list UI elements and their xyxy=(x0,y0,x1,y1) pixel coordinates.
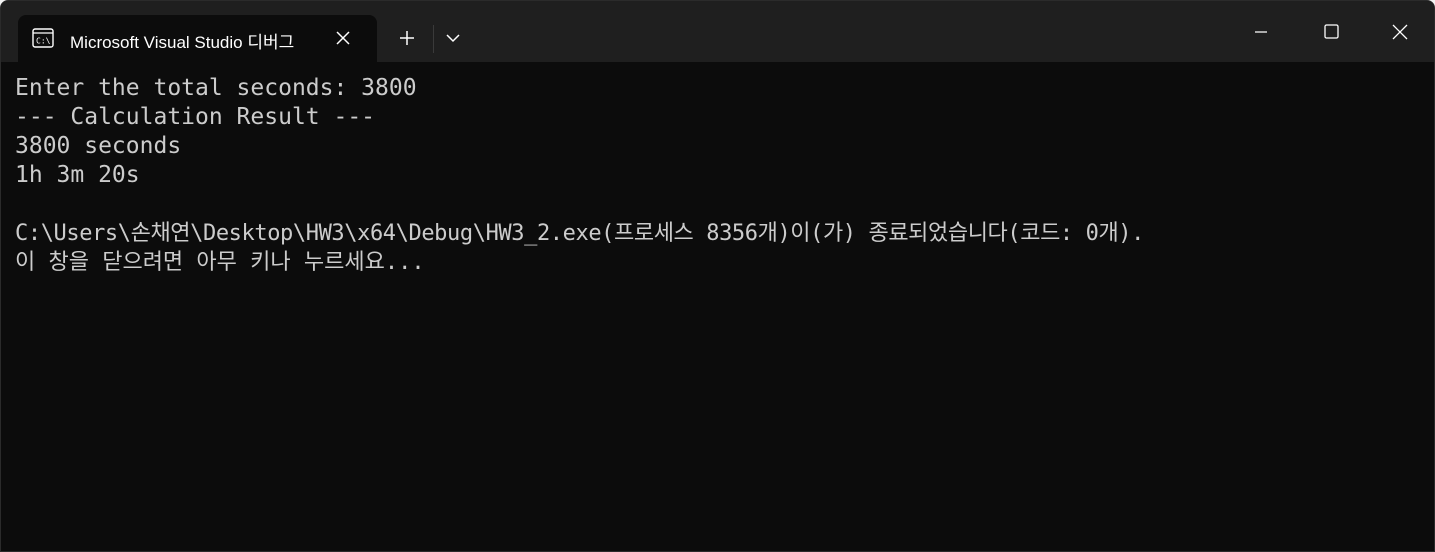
console-line: Enter the total seconds: 3800 xyxy=(15,75,417,101)
minimize-button[interactable] xyxy=(1226,1,1296,62)
console-app-icon: C:\ xyxy=(32,28,54,48)
tab-close-button[interactable] xyxy=(330,25,356,51)
minimize-icon xyxy=(1255,30,1267,33)
console-line: --- Calculation Result --- xyxy=(15,104,376,130)
maximize-button[interactable] xyxy=(1296,1,1366,62)
console-line: 1h 3m 20s xyxy=(15,162,140,188)
tab-separator xyxy=(433,25,434,53)
console-line: 3800 seconds xyxy=(15,133,182,159)
svg-text:C:\: C:\ xyxy=(36,37,51,46)
close-icon xyxy=(1392,24,1408,39)
console-line: 이 창을 닫으려면 아무 키나 누르세요... xyxy=(15,250,425,275)
close-window-button[interactable] xyxy=(1365,1,1434,62)
console-output[interactable]: Enter the total seconds: 3800 --- Calcul… xyxy=(1,62,1434,551)
console-line: C:\Users\손채연\Desktop\HW3\x64\Debug\HW3_2… xyxy=(15,221,1144,246)
maximize-icon xyxy=(1323,24,1339,39)
title-bar[interactable]: C:\ Microsoft Visual Studio 디버그 xyxy=(1,1,1434,62)
terminal-window: C:\ Microsoft Visual Studio 디버그 Enter th… xyxy=(0,0,1435,552)
chevron-down-icon xyxy=(446,34,460,43)
close-icon xyxy=(336,31,350,45)
tab-title: Microsoft Visual Studio 디버그 xyxy=(70,33,295,52)
profile-dropdown-button[interactable] xyxy=(437,22,469,54)
tab-debug-console[interactable]: C:\ Microsoft Visual Studio 디버그 xyxy=(18,15,377,62)
new-tab-button[interactable] xyxy=(387,22,427,54)
plus-icon xyxy=(400,31,414,45)
